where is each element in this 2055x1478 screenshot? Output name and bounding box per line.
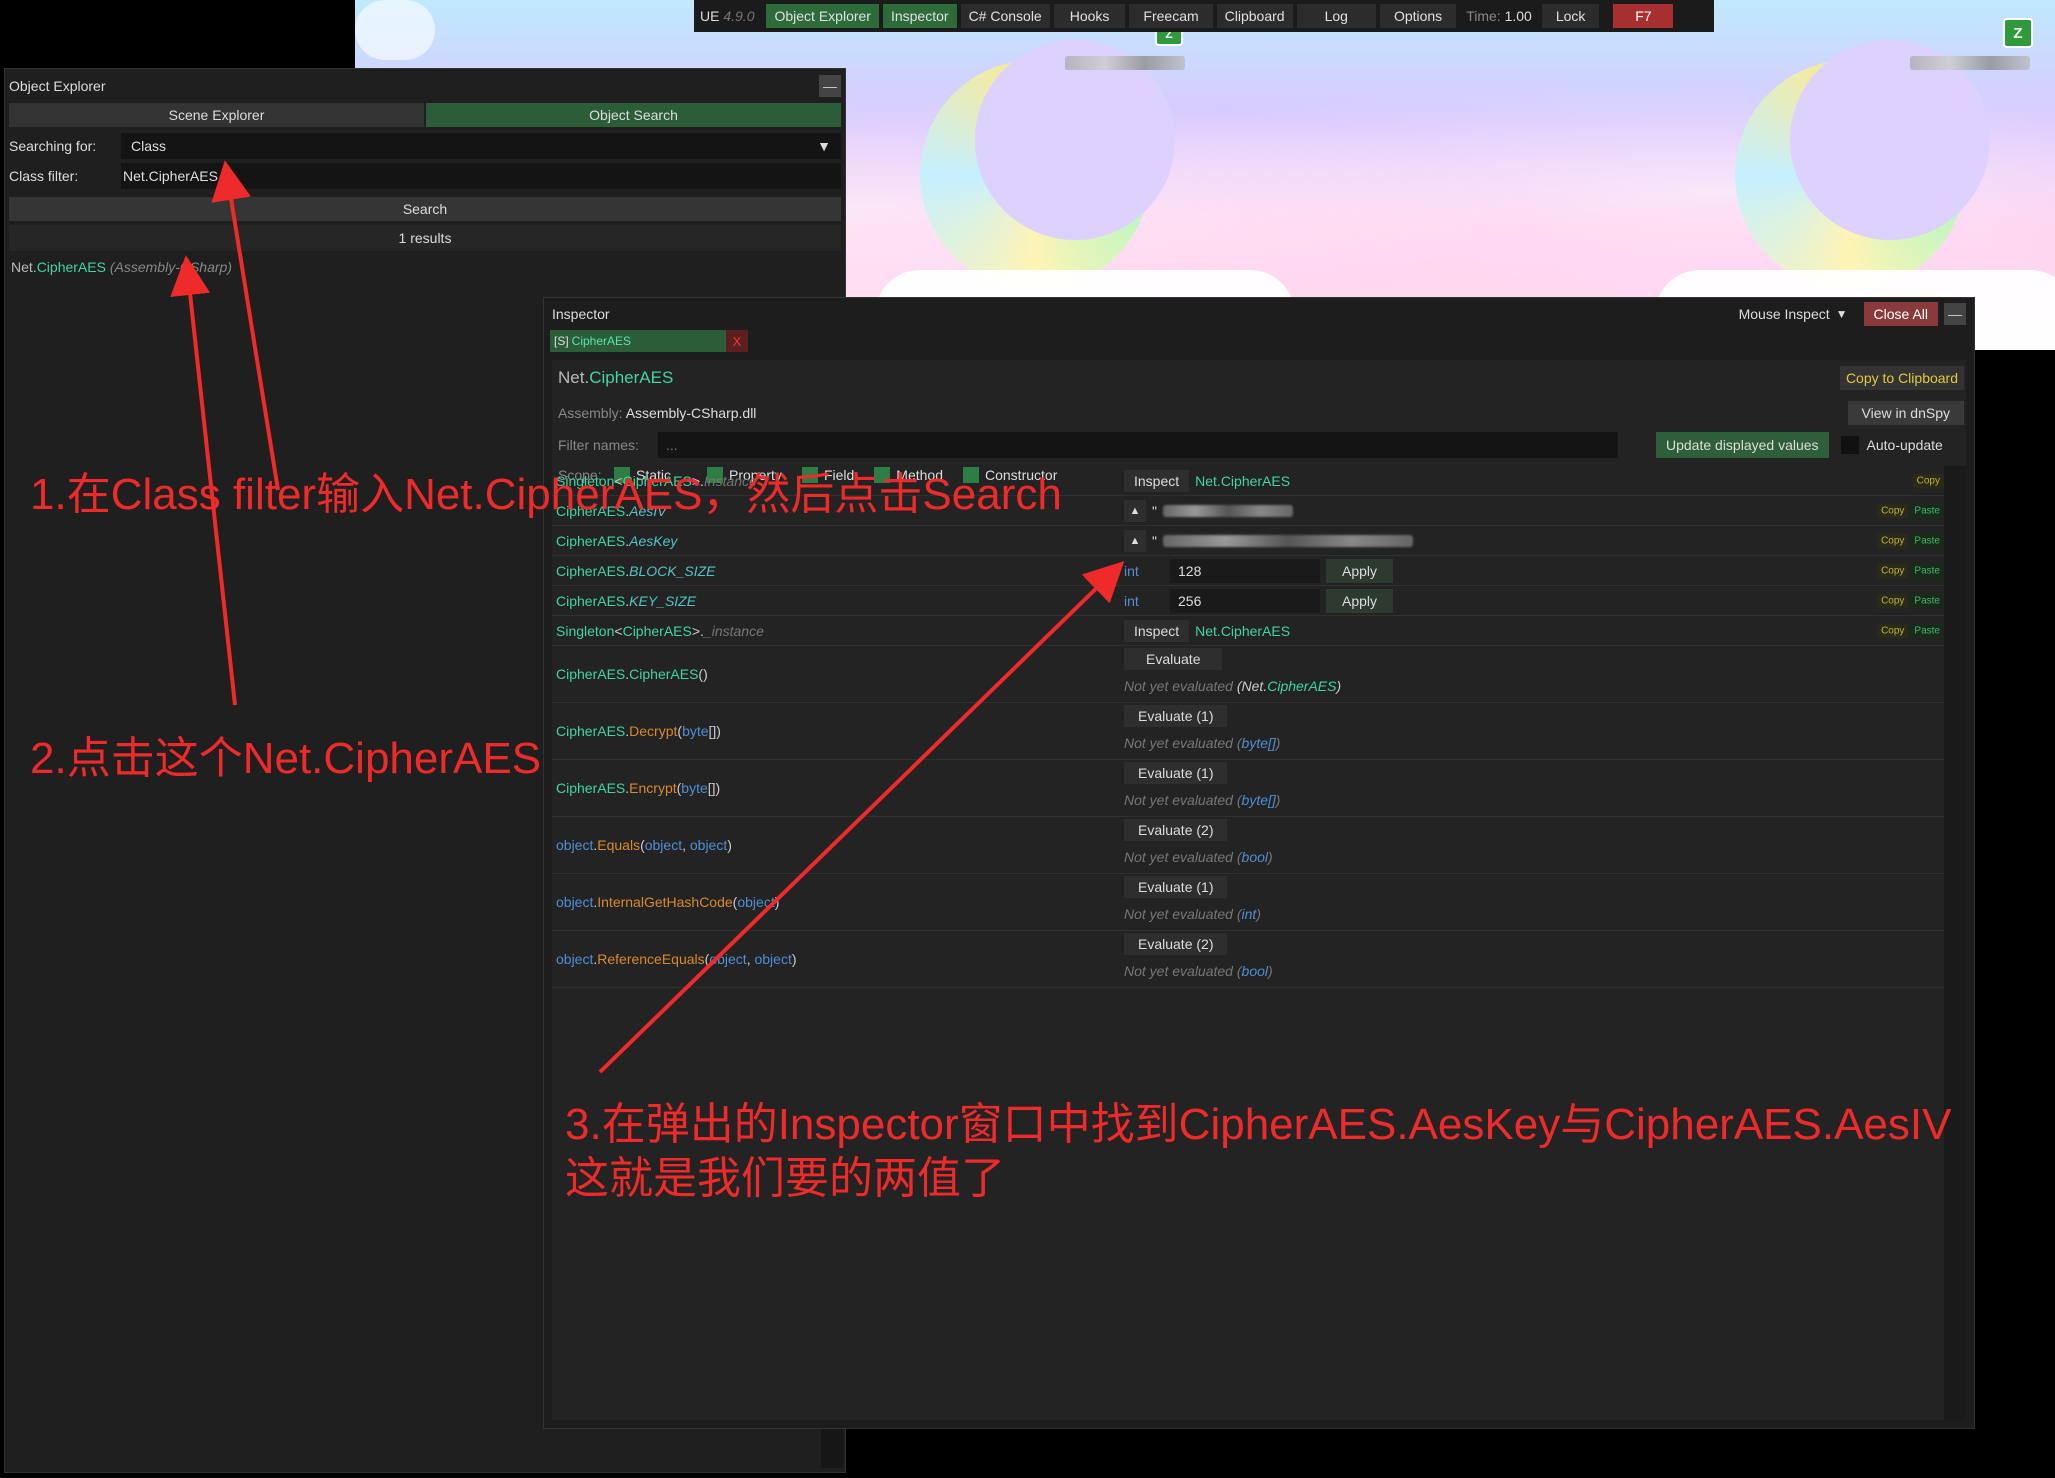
annotation-step2: 2.点击这个Net.CipherAES xyxy=(30,734,542,783)
annotation-step1: 1.在Class filter输入Net.CipherAES，然后点击Searc… xyxy=(30,470,1062,519)
annotation-step3-line2: 这就是我们要的两值了 xyxy=(565,1154,1005,1203)
arrow-to-aeskey xyxy=(598,561,1125,1074)
arrow-to-class-filter xyxy=(211,160,280,491)
